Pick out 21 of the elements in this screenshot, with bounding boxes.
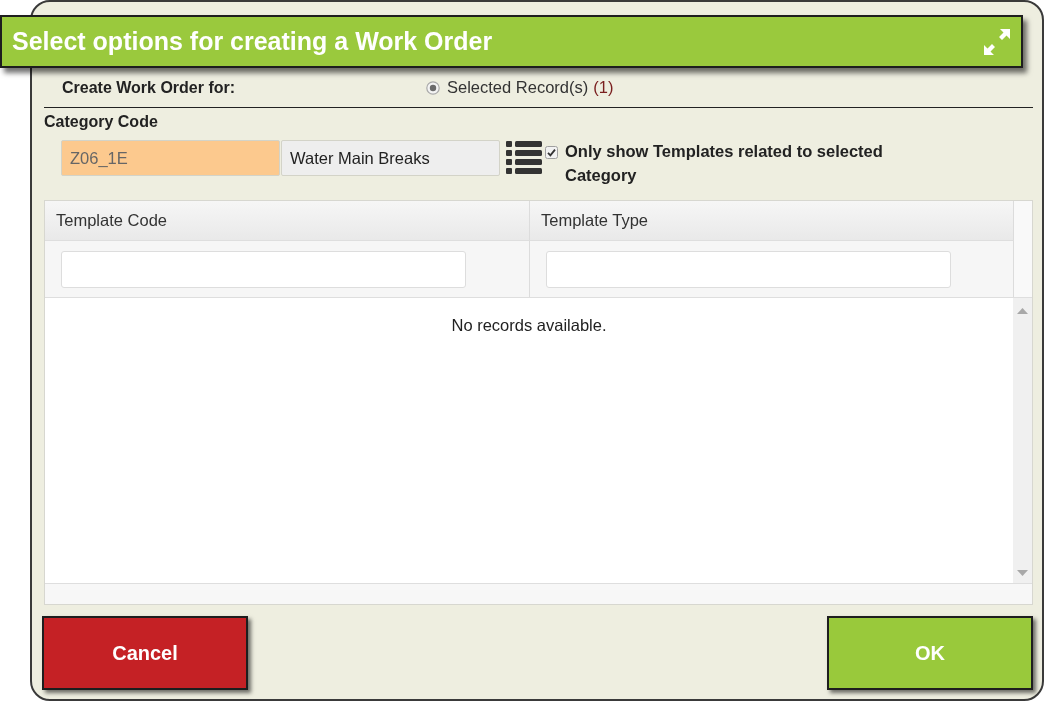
category-code-field[interactable]: Z06_1E bbox=[61, 140, 280, 176]
expand-icon[interactable] bbox=[983, 27, 1011, 56]
column-header[interactable]: Template Code bbox=[45, 201, 530, 241]
record-count: (1) bbox=[593, 77, 614, 99]
field-label: Category Code bbox=[44, 113, 159, 131]
filter-input-field[interactable] bbox=[546, 251, 951, 288]
scrollbar[interactable] bbox=[1013, 298, 1032, 583]
radio-button[interactable] bbox=[426, 80, 440, 95]
empty-message: No records available. bbox=[451, 315, 607, 333]
scroll-up-icon[interactable] bbox=[1017, 308, 1028, 314]
checkbox[interactable] bbox=[545, 146, 558, 159]
filter-input-field[interactable] bbox=[61, 251, 466, 288]
column-header[interactable]: Template Type bbox=[530, 201, 1014, 241]
radio-label: Selected Record(s) bbox=[447, 77, 589, 99]
checkbox-label: Only show Templates related to selected Category bbox=[565, 141, 884, 186]
cancel-button[interactable]: Cancel bbox=[42, 616, 248, 690]
scroll-down-icon[interactable] bbox=[1017, 570, 1028, 576]
field-label: Create Work Order for: bbox=[61, 77, 237, 98]
dialog-title: Select options for creating a Work Order bbox=[12, 29, 493, 54]
category-description-field[interactable]: Water Main Breaks bbox=[281, 140, 500, 176]
list-icon[interactable] bbox=[506, 140, 542, 175]
